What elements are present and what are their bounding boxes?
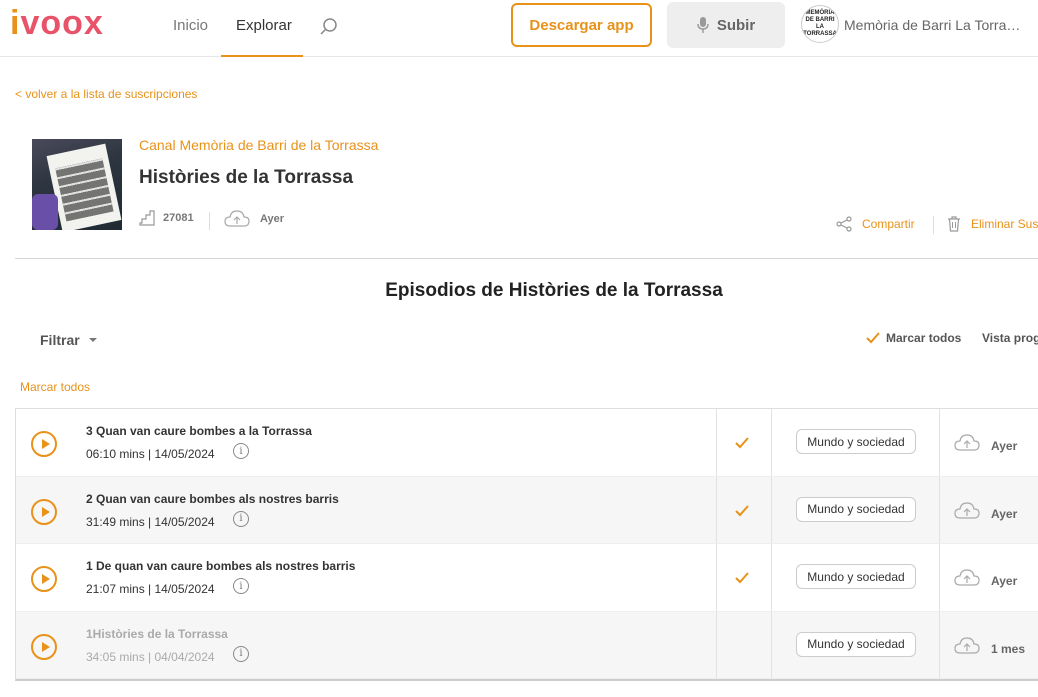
episode-title[interactable]: 2 Quan van caure bombes als nostres barr… — [86, 492, 339, 506]
back-to-subscriptions-link[interactable]: < volver a la lista de suscripciones — [15, 87, 197, 101]
filter-dropdown[interactable]: Filtrar — [40, 332, 98, 348]
column-divider — [939, 409, 940, 476]
table-row: 3 Quan van caure bombes a la Torrassa 06… — [16, 409, 1038, 477]
table-row: 1Històries de la Torrassa 34:05 mins | 0… — [16, 611, 1038, 679]
actions-divider — [933, 216, 934, 234]
subscribers-count: 27081 — [139, 210, 194, 226]
episode-title[interactable]: 1 De quan van caure bombes als nostres b… — [86, 559, 355, 573]
episode-meta: 21:07 mins | 14/05/2024 — [86, 582, 215, 596]
count-value: 27081 — [163, 212, 194, 224]
page-title: Històries de la Torrassa — [139, 167, 354, 188]
category-tag[interactable]: Mundo y sociedad — [796, 429, 916, 454]
view-mode-toggle[interactable]: Vista prog — [982, 331, 1038, 345]
column-divider — [771, 409, 772, 476]
episode-meta: 06:10 mins | 14/05/2024 — [86, 447, 215, 461]
episode-date: Ayer — [991, 506, 1018, 521]
share-label: Compartir — [862, 217, 915, 231]
download-app-button[interactable]: Descargar app — [511, 3, 652, 47]
column-divider — [716, 476, 717, 543]
ivoox-logo[interactable]: ivoox — [10, 3, 104, 43]
avatar-text: MEMÒRIA DE BARRI LA TORRASSA — [803, 10, 837, 37]
mark-all-button[interactable]: Marcar todos — [866, 331, 961, 345]
column-divider — [771, 544, 772, 611]
stairs-icon — [139, 210, 155, 226]
play-icon[interactable] — [31, 431, 57, 457]
category-tag[interactable]: Mundo y sociedad — [796, 496, 916, 522]
cloud-upload-icon — [954, 636, 980, 654]
episode-date: Ayer — [991, 439, 1018, 453]
cloud-upload-icon — [954, 501, 980, 519]
check-icon — [866, 332, 880, 344]
cloud-upload-icon — [224, 210, 250, 227]
column-divider — [771, 611, 772, 678]
column-divider — [716, 409, 717, 476]
info-icon[interactable]: i — [233, 645, 249, 662]
info-icon[interactable]: i — [233, 510, 249, 527]
check-icon[interactable] — [735, 572, 749, 584]
mic-icon — [697, 17, 709, 33]
category-tag[interactable]: Mundo y sociedad — [796, 564, 916, 589]
table-row: 2 Quan van caure bombes als nostres barr… — [16, 476, 1038, 544]
share-button[interactable]: Compartir — [836, 216, 915, 232]
info-icon[interactable]: i — [233, 443, 249, 459]
table-row: 1 De quan van caure bombes als nostres b… — [16, 544, 1038, 612]
search-icon[interactable] — [319, 17, 339, 37]
episode-meta: 34:05 mins | 04/04/2024 — [86, 649, 215, 664]
column-divider — [716, 611, 717, 678]
upload-button[interactable]: Subir — [667, 2, 785, 48]
nav-active-indicator — [221, 55, 303, 57]
nav-inicio[interactable]: Inicio — [173, 17, 208, 34]
column-divider — [771, 476, 772, 543]
episode-date: 1 mes — [991, 641, 1026, 656]
column-divider — [716, 544, 717, 611]
unsubscribe-label: Eliminar Suscripción — [971, 217, 1038, 231]
nav-explorar[interactable]: Explorar — [236, 17, 292, 34]
info-icon[interactable]: i — [233, 578, 249, 594]
avatar[interactable]: MEMÒRIA DE BARRI LA TORRASSA — [801, 5, 839, 43]
user-name[interactable]: Memòria de Barri La Torrassa — [844, 17, 1024, 33]
share-icon — [836, 216, 852, 232]
header-divider — [15, 258, 1038, 259]
chevron-down-icon — [88, 338, 97, 342]
cloud-upload-icon — [954, 434, 980, 451]
episode-title[interactable]: 1Històries de la Torrassa — [86, 627, 228, 641]
play-icon[interactable] — [31, 566, 57, 592]
top-bar: ivoox Inicio Explorar Descargar app Subi… — [0, 0, 1038, 57]
trash-icon — [948, 216, 960, 232]
mark-all-label: Marcar todos — [886, 331, 962, 345]
channel-link[interactable]: Canal Memòria de Barri de la Torrassa — [139, 137, 378, 153]
episode-title[interactable]: 3 Quan van caure bombes a la Torrassa — [86, 424, 312, 438]
cloud-upload-icon — [954, 569, 980, 586]
upload-label: Subir — [716, 16, 756, 34]
column-divider — [939, 611, 940, 678]
unsubscribe-button[interactable]: Eliminar Suscripción — [947, 216, 1038, 232]
episode-date: Ayer — [991, 574, 1018, 588]
play-icon[interactable] — [31, 633, 57, 660]
check-icon[interactable] — [735, 504, 749, 517]
play-icon[interactable] — [31, 498, 57, 525]
channel-cover-image — [32, 139, 122, 230]
date-value: Ayer — [260, 213, 285, 225]
check-icon[interactable] — [735, 437, 749, 449]
mark-all-link[interactable]: Marcar todos — [20, 380, 90, 394]
column-divider — [939, 544, 940, 611]
episodes-table: 3 Quan van caure bombes a la Torrassa 06… — [15, 408, 1038, 681]
filter-label: Filtrar — [40, 332, 80, 348]
episode-meta: 31:49 mins | 14/05/2024 — [86, 514, 215, 529]
meta-divider — [209, 212, 210, 230]
section-title: Episodios de Històries de la Torrassa — [385, 280, 723, 301]
category-tag[interactable]: Mundo y sociedad — [796, 631, 916, 657]
last-update: Ayer — [224, 210, 284, 228]
column-divider — [939, 476, 940, 543]
